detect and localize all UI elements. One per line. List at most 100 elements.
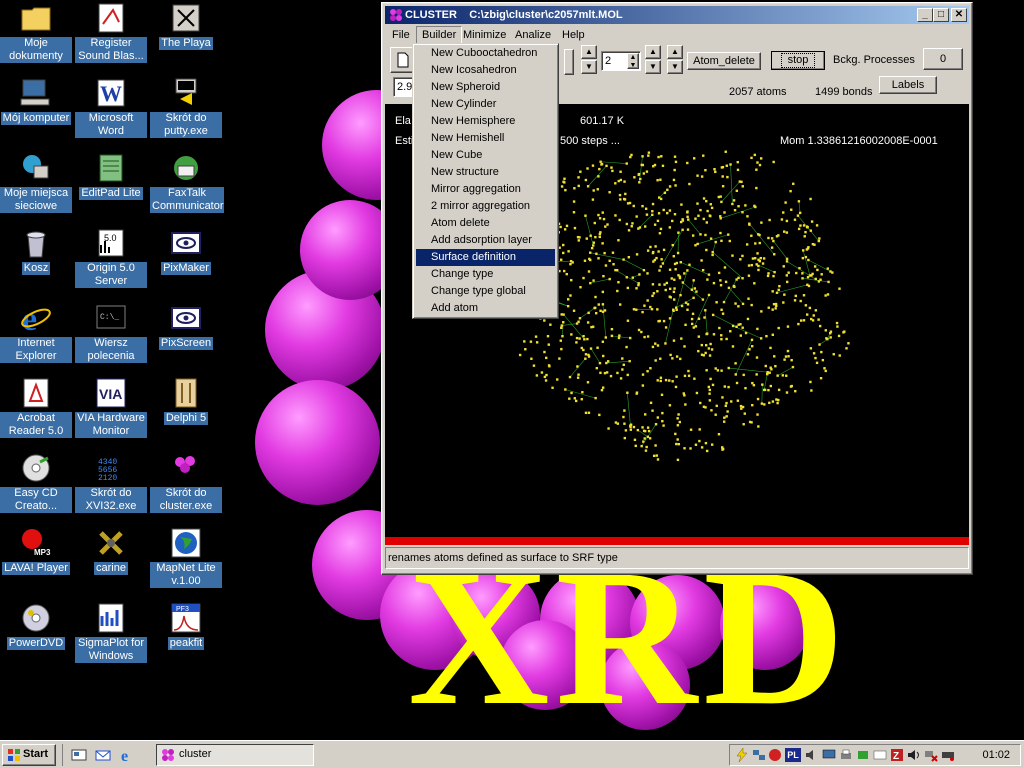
desktop-icon[interactable]: Moje dokumenty xyxy=(0,2,72,63)
bckg-processes-value: 0 xyxy=(923,48,963,70)
volume-icon[interactable] xyxy=(805,748,819,762)
show-desktop-icon[interactable] xyxy=(71,747,87,763)
monitor-tray-icon[interactable] xyxy=(822,748,836,762)
builder-menu-item[interactable]: 2 mirror aggregation xyxy=(416,198,555,215)
desktop-icon-label: FaxTalk Communicator xyxy=(150,187,224,213)
desktop-icon[interactable]: Kosz xyxy=(0,227,72,275)
minimize-button[interactable]: _ xyxy=(917,8,933,22)
desktop-icon-label: carine xyxy=(94,562,128,575)
labels-button[interactable]: Labels xyxy=(879,76,937,94)
desktop-icon[interactable]: XRD Skrót do cluster.exe xyxy=(150,452,222,513)
spin-up-button-2[interactable]: ▲ xyxy=(645,45,661,59)
unit-button[interactable] xyxy=(564,49,574,75)
desktop-icon-label: Register Sound Blas... xyxy=(75,37,147,63)
desktop-icon[interactable]: FaxTalk Communicator xyxy=(150,152,224,213)
builder-menu-item[interactable]: New Hemisphere xyxy=(416,113,555,130)
builder-menu-item[interactable]: Change type global xyxy=(416,283,555,300)
spin-field[interactable]: 2 ▲ ▼ xyxy=(601,51,641,71)
builder-menu-item[interactable]: Change type xyxy=(416,266,555,283)
language-indicator[interactable]: PL xyxy=(785,748,801,762)
taskbar-item-cluster[interactable]: cluster xyxy=(156,744,314,766)
fax-tray-icon[interactable] xyxy=(856,748,870,762)
desktop-icon[interactable]: carine xyxy=(75,527,147,575)
builder-menu-item[interactable]: New Cube xyxy=(416,147,555,164)
builder-menu-item[interactable]: New structure xyxy=(416,164,555,181)
display-tray-icon[interactable] xyxy=(873,748,887,762)
bckg-processes-label: Bckg. Processes xyxy=(833,54,915,66)
spin-down-button-3[interactable]: ▼ xyxy=(667,60,683,74)
desktop-icon[interactable]: C:\_ Wiersz polecenia xyxy=(75,302,147,363)
clock[interactable]: 01:02 xyxy=(982,749,1010,761)
desktop-icon-label: The Playa xyxy=(159,37,213,50)
desktop-icon[interactable]: Moje miejsca sieciowe xyxy=(0,152,72,213)
desktop-icon[interactable]: PF3 peakfit xyxy=(150,602,222,650)
builder-menu-item[interactable]: Atom delete xyxy=(416,215,555,232)
internet-explorer-icon[interactable]: e xyxy=(119,747,135,763)
builder-menu-item[interactable]: New Cubooctahedron xyxy=(416,45,555,62)
outlook-express-icon[interactable] xyxy=(95,747,111,763)
modem-tray-icon[interactable] xyxy=(941,748,955,762)
stop-button[interactable]: stop xyxy=(771,51,825,70)
speaker-tray-icon[interactable] xyxy=(907,748,921,762)
builder-menu-item[interactable]: Add adsorption layer xyxy=(416,232,555,249)
desktop-icon[interactable]: W Microsoft Word xyxy=(75,77,147,138)
desktop-icon[interactable]: Easy CD Creato... xyxy=(0,452,72,513)
desktop-icon[interactable]: The Playa xyxy=(150,2,222,50)
antivirus-icon[interactable] xyxy=(768,748,782,762)
desktop-icon[interactable]: PowerDVD xyxy=(0,602,72,650)
svg-text:VIA: VIA xyxy=(99,386,122,402)
start-button[interactable]: Start xyxy=(2,744,56,766)
menu-builder[interactable]: Builder xyxy=(416,26,463,44)
menu-help[interactable]: Help xyxy=(557,27,590,43)
menu-file[interactable]: File xyxy=(387,27,415,43)
desktop-icon[interactable]: MapNet Lite v.1.00 xyxy=(150,527,222,588)
builder-menu-item[interactable]: Add atom xyxy=(416,300,555,317)
desktop-icon-label: Moje dokumenty xyxy=(0,37,72,63)
lightning-icon[interactable] xyxy=(735,748,749,762)
builder-menu-item[interactable]: New Spheroid xyxy=(416,79,555,96)
window-title: CLUSTER C:\zbig\cluster\c2057mlt.MOL xyxy=(405,9,623,21)
desktop-icon[interactable]: Mój komputer xyxy=(0,77,72,125)
spin-down-button-2[interactable]: ▼ xyxy=(645,60,661,74)
maximize-button[interactable]: □ xyxy=(933,8,949,22)
editpad-icon xyxy=(95,152,127,184)
spin-up-button-3[interactable]: ▲ xyxy=(667,45,683,59)
status-bar: renames atoms defined as surface to SRF … xyxy=(385,547,969,569)
builder-menu-item[interactable]: New Hemishell xyxy=(416,130,555,147)
desktop-icon[interactable]: VIA VIA Hardware Monitor xyxy=(75,377,147,438)
desktop-icon[interactable]: Register Sound Blas... xyxy=(75,2,147,63)
desktop-icon[interactable]: PixScreen xyxy=(150,302,222,350)
network-tray-icon[interactable] xyxy=(752,748,766,762)
menu-minimize[interactable]: Minimize xyxy=(458,27,511,43)
menu-analize[interactable]: Analize xyxy=(510,27,556,43)
connection-tray-icon[interactable] xyxy=(924,748,938,762)
builder-menu-item[interactable]: Surface definition xyxy=(416,249,555,266)
zip-tray-icon[interactable]: Z xyxy=(890,748,904,762)
desktop-icon[interactable]: 4340 5656 2120 Skrót do XVI32.exe xyxy=(75,452,147,513)
faxtalk-icon xyxy=(170,152,202,184)
title-bar[interactable]: CLUSTER C:\zbig\cluster\c2057mlt.MOL _ □… xyxy=(385,6,969,24)
desktop-icon[interactable]: PixMaker xyxy=(150,227,222,275)
desktop-icon[interactable]: e Internet Explorer xyxy=(0,302,72,363)
desktop-icon[interactable]: SigmaPlot for Windows xyxy=(75,602,147,663)
svg-text:PF3: PF3 xyxy=(176,606,189,613)
desktop-icon[interactable]: Skrót do putty.exe xyxy=(150,77,222,138)
windows-logo-icon xyxy=(8,749,20,761)
printer-tray-icon[interactable] xyxy=(839,748,853,762)
desktop-icon[interactable]: MP3 LAVA! Player xyxy=(0,527,72,575)
builder-menu-item[interactable]: Mirror aggregation xyxy=(416,181,555,198)
spin-down-button-1[interactable]: ▼ xyxy=(581,60,597,74)
desktop-icon-label: Origin 5.0 Server xyxy=(75,262,147,288)
spin-up-button-1[interactable]: ▲ xyxy=(581,45,597,59)
desktop-icon[interactable]: 5.0 Origin 5.0 Server xyxy=(75,227,147,288)
builder-menu-item[interactable]: New Icosahedron xyxy=(416,62,555,79)
desktop-icon-label: Delphi 5 xyxy=(163,412,209,425)
atom-delete-button[interactable]: Atom_delete xyxy=(687,52,761,70)
desktop-icon[interactable]: Delphi 5 xyxy=(150,377,222,425)
builder-menu-item[interactable]: New Cylinder xyxy=(416,96,555,113)
spin-arrows[interactable]: ▲ ▼ xyxy=(627,53,639,69)
close-button[interactable]: ✕ xyxy=(951,8,967,22)
desktop-icon-label: PixMaker xyxy=(161,262,211,275)
desktop-icon[interactable]: EditPad Lite xyxy=(75,152,147,200)
desktop-icon[interactable]: Acrobat Reader 5.0 xyxy=(0,377,72,438)
